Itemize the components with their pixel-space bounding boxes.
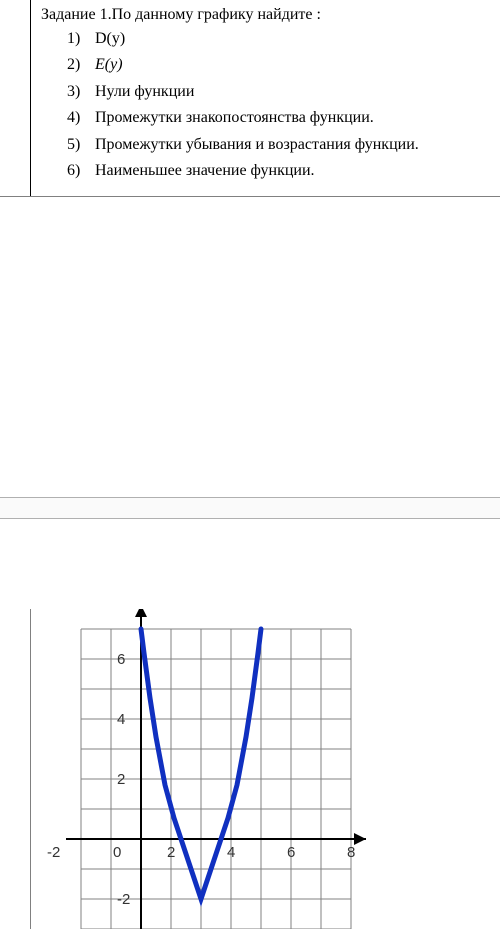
spacer — [0, 197, 500, 497]
task-item-2: 2) E(y) — [67, 54, 500, 76]
task-item-1: 1) D(у) — [67, 28, 500, 50]
task-title: Задание 1.По данному графику найдите : — [41, 6, 500, 24]
x-tick-label: -2 — [47, 844, 60, 861]
origin-label: 0 — [113, 844, 121, 861]
x-tick-label: 2 — [167, 844, 175, 861]
task-item-5: 5) Промежутки убывания и возрастания фун… — [67, 134, 500, 156]
x-tick-label: 8 — [347, 844, 355, 861]
spacer — [0, 519, 500, 609]
chart-left-border: -2 2 4 6 8 0 -2 2 4 6 — [30, 609, 500, 929]
item-text: Промежутки убывания и возрастания функци… — [95, 134, 419, 156]
item-text: E(y) — [95, 54, 123, 76]
parabola-chart: -2 2 4 6 8 0 -2 2 4 6 — [31, 609, 391, 929]
x-tick-label: 4 — [227, 844, 235, 861]
item-number: 1) — [67, 28, 95, 50]
task-block: Задание 1.По данному графику найдите : 1… — [30, 0, 500, 196]
y-tick-label: 4 — [117, 711, 125, 728]
item-number: 5) — [67, 134, 95, 156]
task-item-3: 3) Нули функции — [67, 81, 500, 103]
item-number: 4) — [67, 107, 95, 129]
task-item-6: 6) Наименьшее значение функции. — [67, 160, 500, 182]
y-tick-label: -2 — [117, 891, 130, 908]
item-text: D(у) — [95, 28, 125, 50]
item-text: Наименьшее значение функции. — [95, 160, 315, 182]
y-tick-label: 2 — [117, 771, 125, 788]
x-tick-label: 6 — [287, 844, 295, 861]
divider-band — [0, 497, 500, 519]
chart-container: -2 2 4 6 8 0 -2 2 4 6 — [0, 609, 500, 929]
item-number: 3) — [67, 81, 95, 103]
task-item-4: 4) Промежутки знакопостоянства функции. — [67, 107, 500, 129]
item-text: Нули функции — [95, 81, 194, 103]
item-number: 2) — [67, 54, 95, 76]
item-text: Промежутки знакопостоянства функции. — [95, 107, 374, 129]
task-list: 1) D(у) 2) E(y) 3) Нули функции 4) Проме… — [41, 28, 500, 182]
item-number: 6) — [67, 160, 95, 182]
y-tick-label: 6 — [117, 651, 125, 668]
